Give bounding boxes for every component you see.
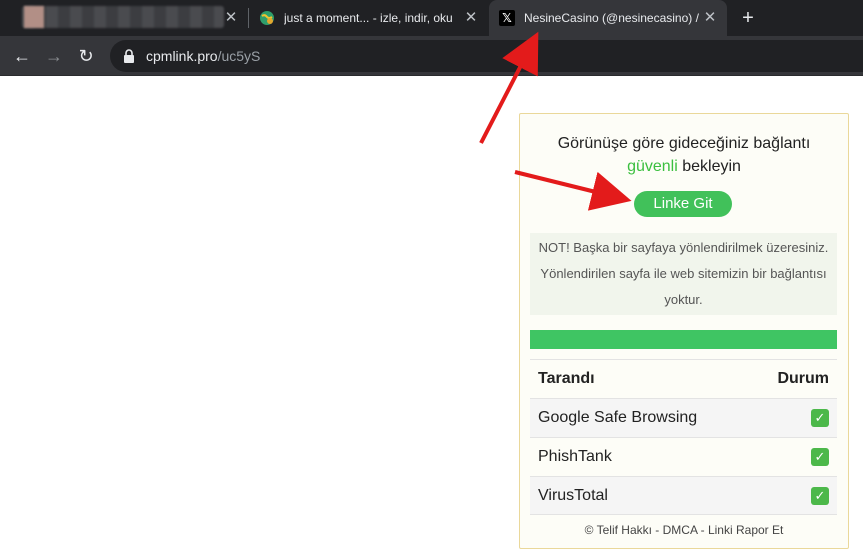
scan-progress-fill xyxy=(530,330,837,349)
tab-separator xyxy=(248,8,249,28)
table-header: Tarandı Durum xyxy=(530,359,837,398)
table-row: PhishTank ✓ xyxy=(530,437,837,476)
forward-arrow-icon[interactable]: → xyxy=(42,44,66,68)
blurred-tab-title xyxy=(22,6,224,28)
address-bar[interactable]: cpmlink.pro/uc5yS xyxy=(110,40,863,72)
close-tab-icon[interactable]: ✕ xyxy=(701,9,719,27)
url-path: /uc5yS xyxy=(217,48,261,64)
x-logo-icon: 𝕏 xyxy=(499,10,515,26)
checkmark-icon: ✓ xyxy=(811,448,829,466)
close-tab-icon[interactable]: ✕ xyxy=(222,9,240,27)
headline-text: Görünüşe göre gideceğiniz bağlantı xyxy=(557,135,811,152)
browser-toolbar: ← → ↻ cpmlink.pro/uc5yS xyxy=(0,36,863,76)
tab-nesinecasino[interactable]: 𝕏 NesineCasino (@nesinecasino) / ✕ xyxy=(489,0,727,36)
tab-title: just a moment... - izle, indir, oku xyxy=(284,11,453,25)
redirect-card: Görünüşe göre gideceğiniz bağlantı güven… xyxy=(519,113,849,549)
safe-word: güvenli xyxy=(627,158,678,175)
scanner-name: Google Safe Browsing xyxy=(538,409,698,426)
tab-just-a-moment[interactable]: just a moment... - izle, indir, oku ✕ xyxy=(250,0,488,36)
tab-strip: ✕ just a moment... - izle, indir, oku ✕ … xyxy=(0,0,863,36)
tab-title: NesineCasino (@nesinecasino) / xyxy=(524,11,699,25)
table-row: Google Safe Browsing ✓ xyxy=(530,398,837,437)
close-tab-icon[interactable]: ✕ xyxy=(462,9,480,27)
scan-progress-bar xyxy=(530,330,837,349)
go-to-link-button[interactable]: Linke Git xyxy=(634,191,732,217)
url-host: cpmlink.pro xyxy=(146,48,218,64)
column-header-scanned: Tarandı xyxy=(538,370,595,387)
reload-icon[interactable]: ↻ xyxy=(74,44,98,68)
checkmark-icon: ✓ xyxy=(811,486,829,505)
scan-table: Tarandı Durum Google Safe Browsing ✓ Phi… xyxy=(530,359,837,515)
table-row: VirusTotal ✓ xyxy=(530,476,837,515)
footer-links[interactable]: © Telif Hakkı - DMCA - Linki Rapor Et xyxy=(520,523,848,537)
back-arrow-icon[interactable]: ← xyxy=(10,44,34,68)
headline: Görünüşe göre gideceğiniz bağlantı güven… xyxy=(520,132,848,178)
new-tab-button[interactable]: + xyxy=(736,6,760,30)
scanner-name: VirusTotal xyxy=(538,486,608,504)
globe-icon xyxy=(260,11,274,25)
lock-icon xyxy=(124,49,134,63)
tab-blurred[interactable]: ✕ xyxy=(8,0,248,36)
headline-wait: bekleyin xyxy=(677,158,741,175)
column-header-status: Durum xyxy=(777,370,829,387)
scanner-name: PhishTank xyxy=(538,448,612,465)
redirect-notice: NOT! Başka bir sayfaya yönlendirilmek üz… xyxy=(530,233,837,315)
blurred-favicon xyxy=(24,6,44,28)
checkmark-icon: ✓ xyxy=(811,409,829,427)
